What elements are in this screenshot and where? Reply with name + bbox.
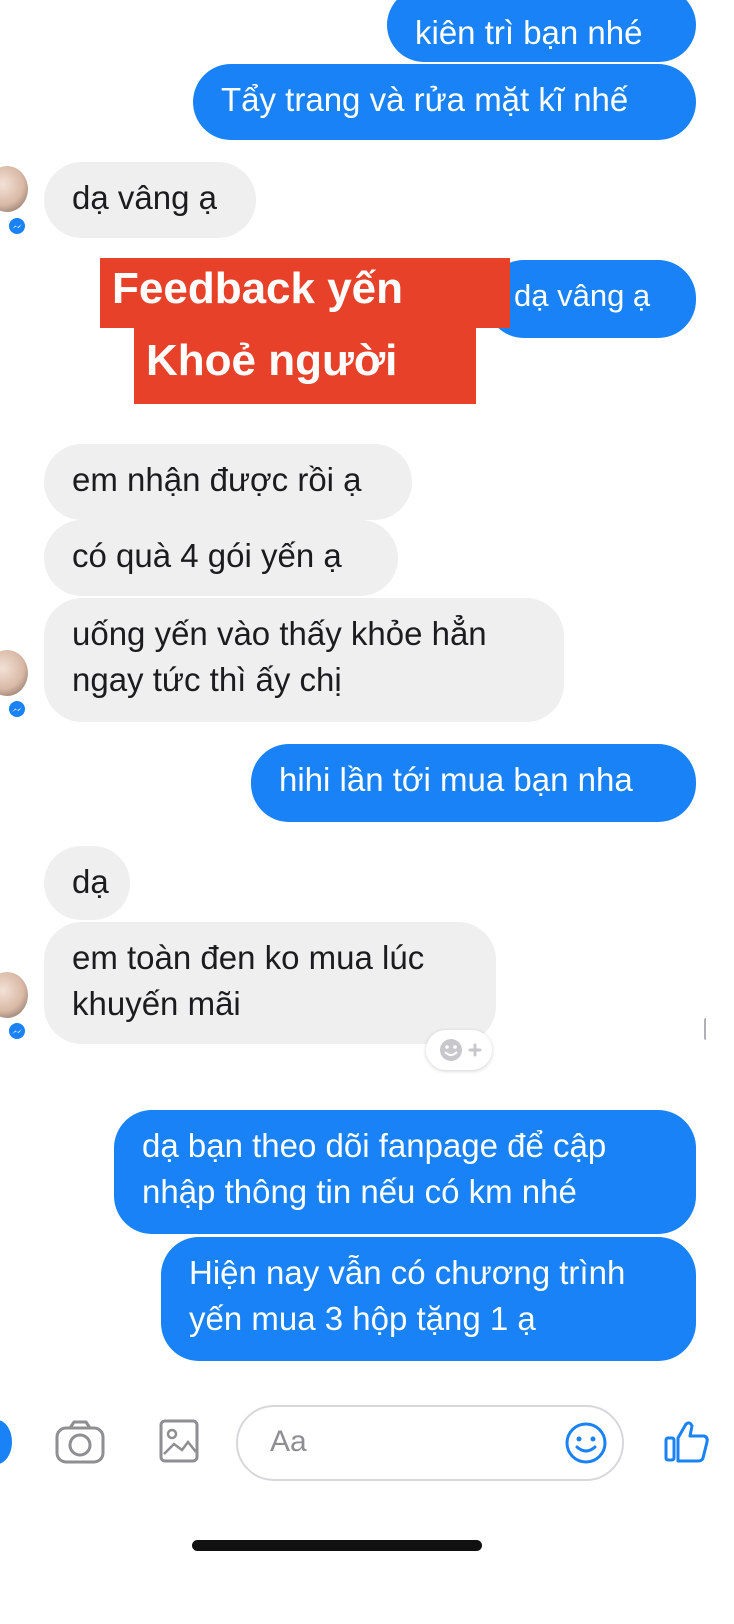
- edge-mark: [704, 1018, 710, 1040]
- like-icon[interactable]: [664, 1418, 710, 1469]
- message-bubble-outgoing[interactable]: kiên trì bạn nhé: [387, 0, 696, 62]
- contact-avatar[interactable]: [0, 166, 28, 212]
- messenger-badge-icon: [6, 215, 28, 237]
- message-bubble-outgoing[interactable]: Tẩy trang và rửa mặt kĩ nhế: [193, 64, 696, 140]
- messenger-badge-icon: [6, 698, 28, 720]
- message-bubble-incoming[interactable]: em toàn đen ko mua lúc khuyến mãi: [44, 922, 496, 1044]
- message-bubble-outgoing[interactable]: dạ vâng ạ: [486, 260, 696, 338]
- feedback-overlay-line1: Feedback yến: [100, 258, 510, 328]
- image-icon[interactable]: [158, 1418, 200, 1469]
- camera-icon[interactable]: [54, 1418, 106, 1471]
- message-text-line: nhập thông tin nếu có km nhé: [142, 1173, 577, 1210]
- message-text-line: ngay tức thì ấy chị: [72, 661, 342, 698]
- message-text: có quà 4 gói yến ạ: [72, 537, 342, 574]
- more-actions-button[interactable]: [0, 1420, 12, 1464]
- messenger-badge-icon: [6, 1020, 28, 1042]
- message-bubble-incoming[interactable]: dạ vâng ạ: [44, 162, 256, 238]
- message-bubble-outgoing[interactable]: Hiện nay vẫn có chương trình yến mua 3 h…: [161, 1237, 696, 1361]
- home-indicator[interactable]: [192, 1540, 482, 1551]
- message-bubble-incoming[interactable]: uống yến vào thấy khỏe hẳn ngay tức thì …: [44, 598, 564, 722]
- message-text-line: uống yến vào thấy khỏe hẳn: [72, 615, 487, 652]
- add-reaction-icon: [440, 1039, 482, 1061]
- message-text-line: khuyến mãi: [72, 985, 241, 1022]
- contact-avatar[interactable]: [0, 650, 28, 696]
- message-text-line: yến mua 3 hộp tặng 1 ạ: [189, 1300, 536, 1337]
- message-input[interactable]: Aa: [236, 1405, 624, 1481]
- message-bubble-incoming[interactable]: có quà 4 gói yến ạ: [44, 520, 398, 596]
- message-bubble-outgoing[interactable]: hihi lần tới mua bạn nha: [251, 744, 696, 822]
- message-text: dạ vâng ạ: [514, 278, 651, 313]
- emoji-icon[interactable]: [564, 1421, 608, 1470]
- add-reaction-button[interactable]: [426, 1030, 492, 1070]
- message-text: hihi lần tới mua bạn nha: [279, 761, 633, 798]
- message-input-placeholder: Aa: [270, 1425, 307, 1458]
- message-text: Tẩy trang và rửa mặt kĩ nhế: [221, 81, 629, 118]
- feedback-overlay-line2: Khoẻ người: [134, 328, 476, 404]
- message-text: em nhận được rồi ạ: [72, 461, 362, 498]
- message-text: kiên trì bạn nhé: [415, 14, 643, 51]
- message-text-line: em toàn đen ko mua lúc: [72, 939, 425, 976]
- message-text-line: Hiện nay vẫn có chương trình: [189, 1254, 626, 1291]
- message-text: dạ vâng ạ: [72, 179, 217, 216]
- message-bubble-incoming[interactable]: dạ: [44, 846, 130, 920]
- contact-avatar[interactable]: [0, 972, 28, 1018]
- message-text-line: dạ bạn theo dõi fanpage để cập: [142, 1127, 607, 1164]
- message-text: dạ: [72, 863, 109, 900]
- message-bubble-outgoing[interactable]: dạ bạn theo dõi fanpage để cập nhập thôn…: [114, 1110, 696, 1234]
- message-bubble-incoming[interactable]: em nhận được rồi ạ: [44, 444, 412, 520]
